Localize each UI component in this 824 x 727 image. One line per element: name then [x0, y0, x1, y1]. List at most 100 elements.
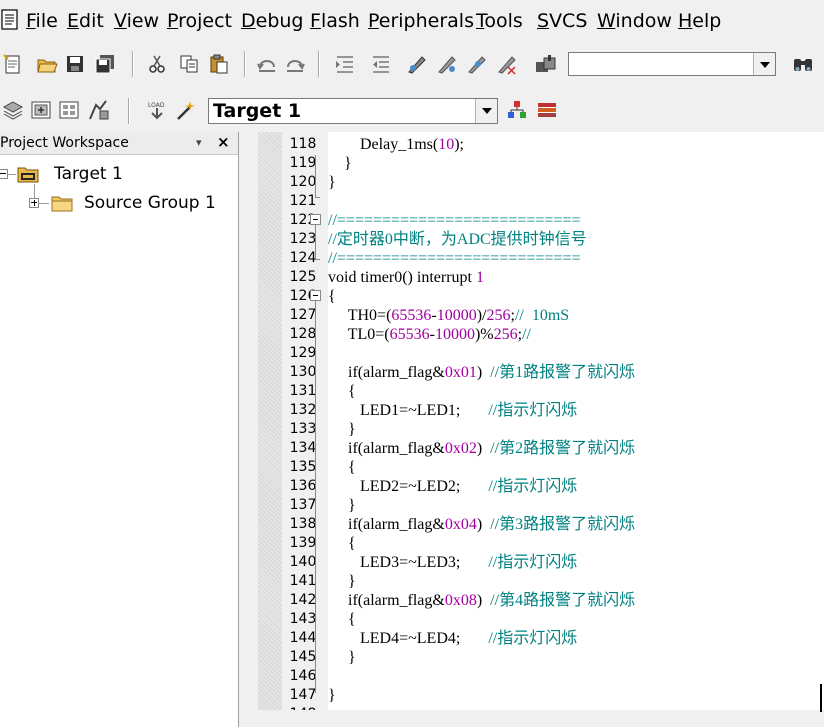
- code-line[interactable]: //===========================: [328, 249, 581, 268]
- code-line[interactable]: }: [328, 173, 336, 192]
- fold-collapse-icon[interactable]: [310, 290, 321, 301]
- menu-flash[interactable]: Flash: [310, 9, 360, 33]
- batch-build-icon[interactable]: [88, 99, 110, 121]
- fold-line: [315, 225, 316, 259]
- app-document-icon: [1, 9, 18, 30]
- project-workspace-header: Project Workspace ▾ ×: [0, 132, 238, 155]
- translate-icon[interactable]: [2, 99, 24, 121]
- panel-splitter[interactable]: [238, 132, 258, 727]
- open-folder-icon[interactable]: [36, 53, 58, 75]
- target-select[interactable]: Target 1: [208, 98, 498, 124]
- menu-svcs[interactable]: SVCS: [537, 9, 587, 33]
- code-line[interactable]: }: [328, 648, 356, 667]
- code-line[interactable]: TL0=(65536-10000)%256;//: [328, 325, 531, 344]
- new-file-icon[interactable]: [2, 53, 24, 75]
- code-line[interactable]: LED4=~LED4; //指示灯闪烁: [328, 629, 577, 648]
- find-combo-box[interactable]: [568, 52, 776, 76]
- target-options-icon[interactable]: [176, 99, 198, 121]
- fold-end: [315, 197, 320, 198]
- toolbar-separator: [128, 98, 130, 124]
- tree-collapse-icon[interactable]: [0, 169, 8, 179]
- build-icon[interactable]: [30, 99, 52, 121]
- code-line[interactable]: //定时器0中断，为ADC提供时钟信号: [328, 230, 587, 249]
- code-line[interactable]: LED3=~LED3; //指示灯闪烁: [328, 553, 577, 572]
- menu-peripherals[interactable]: Peripherals: [368, 9, 474, 33]
- unindent-icon[interactable]: [370, 53, 392, 75]
- tree-item-target-label: Target 1: [54, 164, 123, 184]
- menu-file[interactable]: File: [26, 9, 58, 33]
- code-line[interactable]: LED2=~LED2; //指示灯闪烁: [328, 477, 577, 496]
- code-line[interactable]: }: [328, 496, 356, 515]
- find-combo-dropdown-button[interactable]: [753, 53, 775, 75]
- code-line[interactable]: if(alarm_flag&0x08) //第4路报警了就闪烁: [328, 591, 635, 610]
- code-line[interactable]: {: [328, 610, 356, 629]
- code-line[interactable]: Delay_1ms(10);: [328, 135, 464, 154]
- code-line[interactable]: {: [328, 534, 356, 553]
- code-line[interactable]: void timer0() interrupt 1: [328, 268, 484, 287]
- tree-expand-icon[interactable]: [29, 198, 39, 208]
- code-line[interactable]: }: [328, 686, 336, 705]
- toolbar-separator: [318, 51, 320, 77]
- menu-debug[interactable]: Debug: [241, 9, 304, 33]
- tree-connector: [39, 203, 49, 204]
- menu-tools[interactable]: Tools: [476, 9, 523, 33]
- code-line[interactable]: }: [328, 420, 356, 439]
- code-line[interactable]: {: [328, 382, 356, 401]
- target-select-value: Target 1: [213, 100, 302, 122]
- code-line[interactable]: if(alarm_flag&0x01) //第1路报警了就闪烁: [328, 363, 635, 382]
- bookmark-next-icon[interactable]: [466, 53, 488, 75]
- target-select-dropdown-button[interactable]: [475, 99, 497, 123]
- paste-icon[interactable]: [208, 53, 230, 75]
- file-toolbar: [0, 42, 824, 90]
- code-line[interactable]: if(alarm_flag&0x02) //第2路报警了就闪烁: [328, 439, 635, 458]
- fold-end: [315, 259, 320, 260]
- fold-margin: [310, 132, 324, 710]
- toolbar-separator: [132, 51, 134, 77]
- find-in-files-icon[interactable]: [534, 53, 556, 75]
- code-line[interactable]: LED1=~LED1; //指示灯闪烁: [328, 401, 577, 420]
- code-line[interactable]: if(alarm_flag&0x04) //第3路报警了就闪烁: [328, 515, 635, 534]
- bookmark-toggle-icon[interactable]: [406, 53, 428, 75]
- redo-icon[interactable]: [284, 53, 306, 75]
- download-icon[interactable]: LOAD: [146, 99, 168, 121]
- code-line[interactable]: }: [328, 572, 356, 591]
- menu-edit[interactable]: Edit: [67, 9, 104, 33]
- fold-line: [315, 301, 316, 693]
- manage-components-icon[interactable]: [506, 99, 528, 121]
- close-icon[interactable]: ×: [217, 133, 230, 151]
- code-line[interactable]: {: [328, 287, 336, 306]
- indent-icon[interactable]: [334, 53, 356, 75]
- menu-window[interactable]: Window: [597, 9, 672, 33]
- code-line[interactable]: TH0=(65536-10000)/256;// 10mS: [328, 306, 569, 325]
- code-line[interactable]: //===========================: [328, 211, 581, 230]
- binoculars-icon[interactable]: [792, 53, 814, 75]
- code-line[interactable]: {: [328, 458, 356, 477]
- fold-collapse-icon[interactable]: [310, 214, 321, 225]
- horizontal-scrollbar[interactable]: [258, 710, 824, 727]
- save-icon[interactable]: [64, 53, 86, 75]
- undo-icon[interactable]: [256, 53, 278, 75]
- folder-icon: [51, 196, 73, 212]
- svg-text:LOAD: LOAD: [148, 102, 165, 109]
- panel-menu-icon[interactable]: ▾: [196, 136, 202, 150]
- fold-line: [315, 155, 316, 197]
- menu-view[interactable]: View: [114, 9, 159, 33]
- copy-icon[interactable]: [178, 53, 200, 75]
- save-all-icon[interactable]: [94, 53, 116, 75]
- file-extensions-icon[interactable]: [536, 99, 558, 121]
- text-cursor: [820, 684, 822, 712]
- bookmark-clear-icon[interactable]: [496, 53, 518, 75]
- bookmark-prev-icon[interactable]: [436, 53, 458, 75]
- rebuild-icon[interactable]: [58, 99, 80, 121]
- target-folder-icon: [17, 167, 39, 183]
- cut-icon[interactable]: [146, 53, 168, 75]
- code-editor[interactable]: 118 119 120 121 122 123 124 125 126 127 128 129 130 1…: [258, 132, 824, 710]
- code-line[interactable]: }: [328, 154, 352, 173]
- menu-project[interactable]: Project: [167, 9, 232, 33]
- tree-connector: [8, 174, 16, 175]
- menu-help[interactable]: Help: [678, 9, 721, 33]
- tree-item-source-group-label: Source Group 1: [84, 193, 216, 213]
- toolbar-separator: [244, 51, 246, 77]
- project-workspace-panel: Project Workspace ▾ × Target 1 Source Gr…: [0, 132, 238, 727]
- breakpoint-gutter[interactable]: [258, 132, 282, 710]
